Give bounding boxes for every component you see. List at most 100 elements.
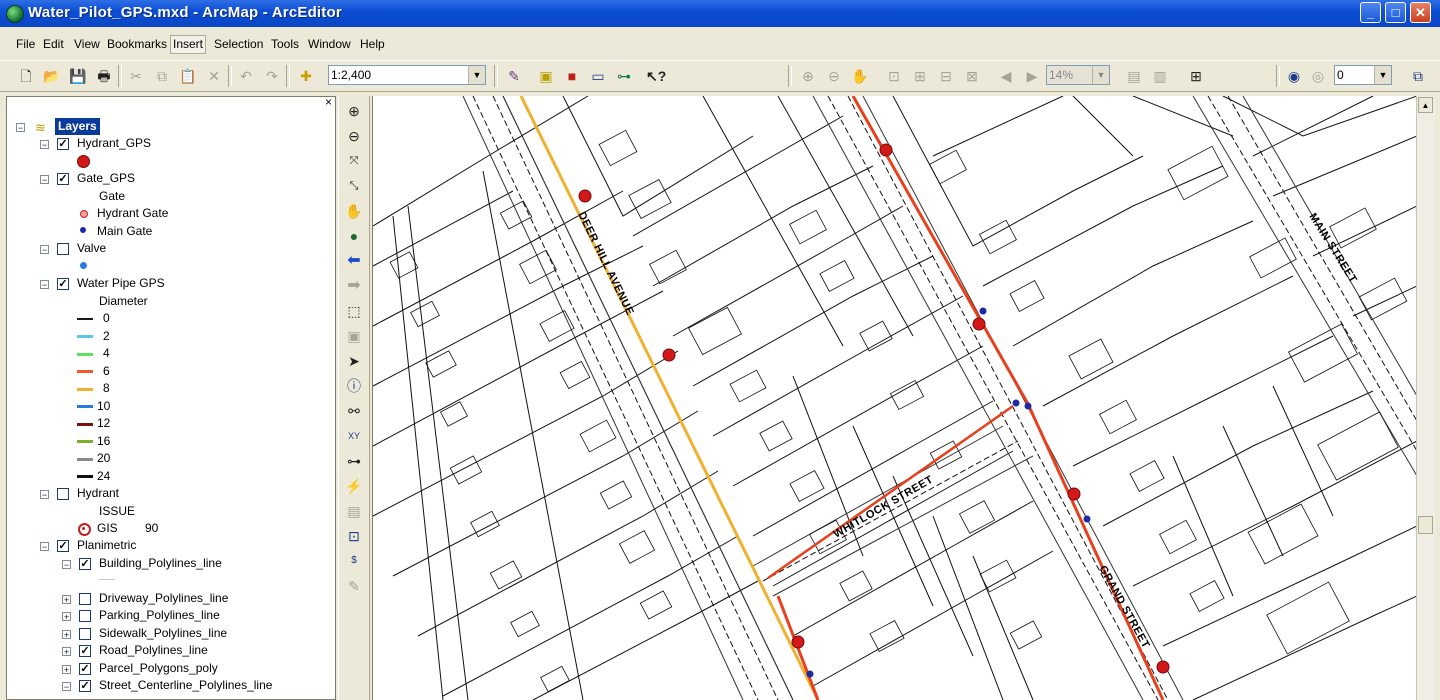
hydrant-point[interactable] <box>1156 660 1170 674</box>
layer-parking[interactable]: Parking_Polylines_line <box>99 607 220 624</box>
layer-building[interactable]: Building_Polylines_line <box>99 555 222 572</box>
menu-view[interactable]: View <box>74 37 100 51</box>
layer-checkbox[interactable]: ✓ <box>79 558 91 570</box>
collapse-icon[interactable]: − <box>40 175 49 185</box>
layer-checkbox[interactable] <box>79 610 91 622</box>
change-layout-icon[interactable]: ⊞ <box>1186 66 1206 86</box>
expand-icon[interactable]: + <box>62 630 71 640</box>
create-viewer-window-icon[interactable]: ⊡ <box>344 526 364 546</box>
layer-road[interactable]: Road_Polylines_line <box>99 642 208 659</box>
gate-point[interactable] <box>806 670 814 678</box>
layer-checkbox[interactable] <box>57 488 69 500</box>
layer-hydrant[interactable]: Hydrant <box>77 485 119 502</box>
zoom-100-icon[interactable]: ⊠ <box>962 66 982 86</box>
close-button[interactable]: ✕ <box>1410 2 1431 23</box>
hydrant-point[interactable] <box>662 348 676 362</box>
new-document-icon[interactable]: 🗋 <box>16 66 36 86</box>
toggle-draft-mode-icon[interactable]: ▤ <box>1124 66 1144 86</box>
fixed-zoom-in-icon[interactable]: ⤧ <box>344 151 364 171</box>
layer-water-pipe-gps[interactable]: Water Pipe GPS <box>77 275 165 292</box>
collapse-icon[interactable]: − <box>62 682 71 692</box>
layer-checkbox[interactable]: ✓ <box>79 680 91 692</box>
forward-arrow-icon[interactable]: ➡ <box>344 276 364 296</box>
layer-checkbox[interactable] <box>79 593 91 605</box>
zoom-in-icon[interactable]: ⊕ <box>344 101 364 121</box>
map-vertical-scrollbar[interactable]: ▲ <box>1416 96 1435 700</box>
expand-icon[interactable]: + <box>62 647 71 657</box>
print-icon[interactable]: 🖶 <box>94 66 114 86</box>
gate-point[interactable] <box>1024 402 1032 410</box>
layer-gate-gps[interactable]: Gate_GPS <box>77 170 135 187</box>
measure-icon[interactable]: ⊶ <box>344 451 364 471</box>
go-to-xy-icon[interactable]: XY <box>344 426 364 446</box>
gate-point[interactable] <box>1083 515 1091 523</box>
fixed-zoom-out-icon[interactable]: ⤡ <box>344 176 364 196</box>
collapse-icon[interactable]: − <box>40 140 49 150</box>
zoom-out-icon[interactable]: ⊖ <box>344 126 364 146</box>
hydrant-point[interactable] <box>1067 487 1081 501</box>
layer-checkbox[interactable]: ✓ <box>79 645 91 657</box>
hydrant-point[interactable] <box>791 635 805 649</box>
layer-checkbox[interactable]: ✓ <box>79 663 91 675</box>
full-extent-globe-icon[interactable]: ● <box>344 226 364 246</box>
globe-navigate-icon[interactable]: ◉ <box>1284 66 1304 86</box>
menu-bookmarks[interactable]: Bookmarks <box>107 37 167 51</box>
group-layer-planimetric[interactable]: Planimetric <box>77 537 136 554</box>
menu-edit[interactable]: Edit <box>43 37 64 51</box>
select-elements-arrow-icon[interactable]: ➤ <box>344 351 364 371</box>
hyperlink-lightning-icon[interactable]: ⚡ <box>344 476 364 496</box>
open-folder-icon[interactable]: 📂 <box>42 66 62 86</box>
gate-point[interactable] <box>979 307 987 315</box>
identify-info-icon[interactable]: ⓘ <box>344 376 364 396</box>
add-data-icon[interactable]: ✚ <box>296 66 316 86</box>
layer-sidewalk[interactable]: Sidewalk_Polylines_line <box>99 625 227 642</box>
layer-valve[interactable]: Valve <box>77 240 106 257</box>
chevron-down-icon[interactable]: ▼ <box>468 66 485 84</box>
arccatalog-icon[interactable]: ▣ <box>536 66 556 86</box>
paste-icon[interactable]: 📋 <box>178 66 198 86</box>
layer-driveway[interactable]: Driveway_Polylines_line <box>99 590 228 607</box>
globe-pan-icon[interactable]: ◎ <box>1308 66 1328 86</box>
editor-toolbar-icon[interactable]: ✎ <box>504 66 524 86</box>
select-features-icon[interactable]: ⬚ <box>344 301 364 321</box>
hydrant-point[interactable] <box>578 189 592 203</box>
find-binoculars-icon[interactable]: ⚯ <box>344 401 364 421</box>
layer-combo[interactable]: 0 ▼ <box>1334 65 1392 85</box>
full-screen-icon[interactable]: ⧉ <box>1408 66 1428 86</box>
save-icon[interactable]: 💾 <box>68 66 88 86</box>
layer-checkbox[interactable]: ✓ <box>57 138 69 150</box>
pencil-icon[interactable]: ✎ <box>344 576 364 596</box>
gate-point[interactable] <box>1012 399 1020 407</box>
layer-hydrant-gps[interactable]: Hydrant_GPS <box>77 135 151 152</box>
fixed-zoom-out-icon[interactable]: ⊟ <box>936 66 956 86</box>
undo-icon[interactable]: ↶ <box>236 66 256 86</box>
map-display[interactable]: DEER HILL AVENUE WHITLOCK STREET GRAND S… <box>372 96 1417 700</box>
zoom-whole-page-icon[interactable]: ⊡ <box>884 66 904 86</box>
collapse-icon[interactable]: − <box>40 542 49 552</box>
menu-help[interactable]: Help <box>360 37 385 51</box>
layer-checkbox[interactable]: ✓ <box>57 278 69 290</box>
time-slider-icon[interactable]: $ <box>344 551 364 571</box>
layer-checkbox[interactable]: ✓ <box>57 173 69 185</box>
fixed-zoom-in-icon[interactable]: ⊞ <box>910 66 930 86</box>
collapse-icon[interactable]: − <box>40 490 49 500</box>
focus-data-frame-icon[interactable]: ▥ <box>1150 66 1170 86</box>
hydrant-point[interactable] <box>972 317 986 331</box>
redo-icon[interactable]: ↷ <box>262 66 282 86</box>
scroll-up-icon[interactable]: ▲ <box>1418 97 1433 113</box>
menu-selection[interactable]: Selection <box>214 37 263 51</box>
command-line-icon[interactable]: ▭ <box>588 66 608 86</box>
layer-street-centerline[interactable]: Street_Centerline_Polylines_line <box>99 677 272 694</box>
pan-hand-icon[interactable]: ✋ <box>344 201 364 221</box>
layer-checkbox[interactable] <box>79 628 91 640</box>
layout-pan-icon[interactable]: ✋ <box>850 66 870 86</box>
expand-icon[interactable]: + <box>62 665 71 675</box>
scroll-thumb[interactable] <box>1418 516 1433 534</box>
collapse-icon[interactable]: − <box>16 123 25 133</box>
cut-icon[interactable]: ✂ <box>126 66 146 86</box>
arctoolbox-icon[interactable]: ■ <box>562 66 582 86</box>
menu-insert[interactable]: Insert <box>170 35 207 54</box>
collapse-icon[interactable]: − <box>40 245 49 255</box>
menu-window[interactable]: Window <box>308 37 351 51</box>
copy-icon[interactable]: ⧉ <box>152 66 172 86</box>
